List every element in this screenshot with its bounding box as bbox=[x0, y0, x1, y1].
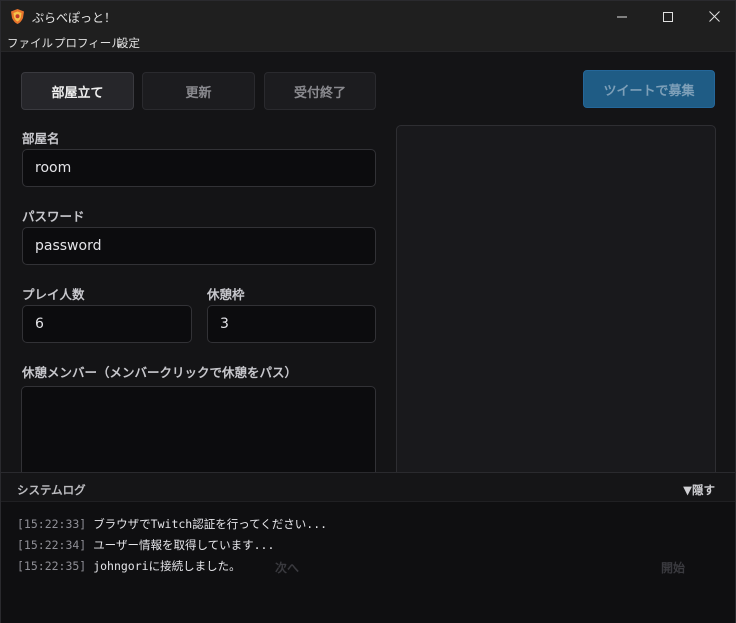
close-icon bbox=[708, 11, 720, 22]
system-log-header: システムログ ▼隠す bbox=[1, 473, 735, 502]
minimize-icon bbox=[617, 16, 627, 17]
menu-profile[interactable]: プロフィール bbox=[54, 35, 123, 51]
password-label: パスワード bbox=[22, 209, 85, 224]
maximize-icon bbox=[663, 11, 673, 22]
players-input[interactable]: 6 bbox=[22, 305, 192, 343]
minimize-button[interactable] bbox=[599, 1, 645, 32]
main-panel: 部屋立て 更新 受付終了 ツイートで募集 部屋名 room パスワード pass… bbox=[1, 52, 735, 486]
log-entry: [15:22:33] ブラウザでTwitch認証を行ってください... bbox=[17, 514, 327, 535]
app-logo-icon bbox=[11, 9, 24, 24]
menu-file[interactable]: ファイル bbox=[7, 35, 53, 51]
rest-slots-label: 休憩枠 bbox=[207, 287, 245, 302]
tweet-recruit-button[interactable]: ツイートで募集 bbox=[583, 70, 715, 108]
start-button-behind: 開始 bbox=[661, 561, 686, 575]
log-timestamp: [15:22:33] bbox=[17, 517, 87, 531]
log-entry: [15:22:34] ユーザー情報を取得しています... bbox=[17, 535, 327, 556]
hide-log-toggle[interactable]: ▼隠す bbox=[683, 482, 715, 498]
close-recruitment-button[interactable]: 受付終了 bbox=[264, 72, 376, 110]
system-log: システムログ ▼隠す 次へ 開始 [15:22:33] ブラウザでTwitch認… bbox=[1, 472, 735, 623]
menu-bar: ファイル プロフィール 設定 bbox=[1, 32, 735, 52]
log-message: johngoriに接続しました。 bbox=[93, 559, 241, 573]
rest-members-label: 休憩メンバー（メンバークリックで休憩をパス） bbox=[22, 365, 298, 380]
password-input[interactable]: password bbox=[22, 227, 376, 265]
rest-slots-input[interactable]: 3 bbox=[207, 305, 376, 343]
app-window: ぷらべぽっと！ ファイル プロフィール 設定 部屋立て 更新 受付終了 ツイート… bbox=[0, 0, 736, 623]
create-room-button[interactable]: 部屋立て bbox=[21, 72, 134, 110]
log-timestamp: [15:22:35] bbox=[17, 559, 87, 573]
menu-settings[interactable]: 設定 bbox=[117, 35, 140, 51]
close-window-button[interactable] bbox=[691, 1, 736, 32]
room-name-input[interactable]: room bbox=[22, 149, 376, 187]
member-list-panel[interactable] bbox=[396, 125, 716, 485]
window-title: ぷらべぽっと！ bbox=[32, 11, 117, 25]
room-name-label: 部屋名 bbox=[22, 131, 60, 146]
players-label: プレイ人数 bbox=[22, 287, 85, 302]
log-message: ブラウザでTwitch認証を行ってください... bbox=[93, 517, 328, 531]
update-button[interactable]: 更新 bbox=[142, 72, 255, 110]
system-log-title: システムログ bbox=[17, 483, 86, 497]
log-message: ユーザー情報を取得しています... bbox=[93, 538, 275, 552]
log-timestamp: [15:22:34] bbox=[17, 538, 87, 552]
log-entry: [15:22:35] johngoriに接続しました。 bbox=[17, 556, 327, 577]
maximize-button[interactable] bbox=[645, 1, 691, 32]
rest-members-list[interactable] bbox=[21, 386, 376, 486]
title-bar[interactable]: ぷらべぽっと！ bbox=[1, 1, 735, 32]
log-lines: [15:22:33] ブラウザでTwitch認証を行ってください... [15:… bbox=[17, 514, 327, 577]
